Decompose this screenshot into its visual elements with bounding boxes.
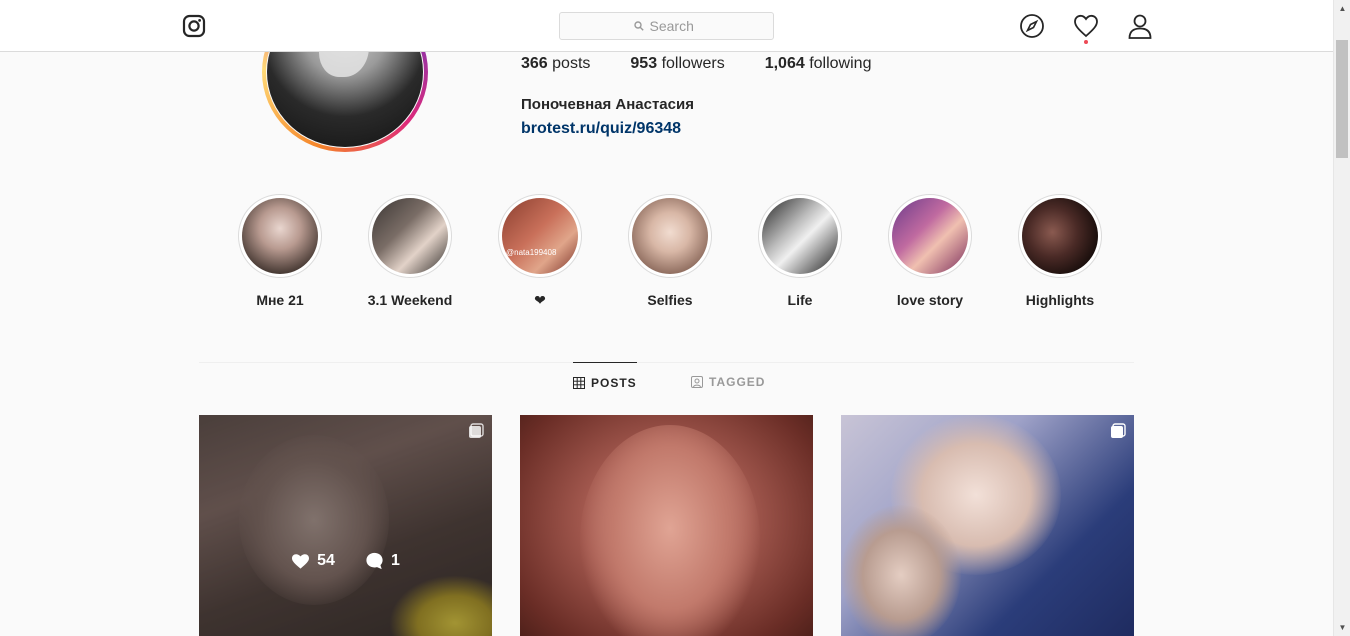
- highlight-item[interactable]: Selfies: [628, 194, 712, 308]
- highlight-cover: [372, 198, 448, 274]
- highlight-label: love story: [896, 292, 964, 308]
- highlight-label: Highlights: [1025, 292, 1095, 308]
- highlight-cover: [762, 198, 838, 274]
- comments-count: 1: [390, 552, 400, 569]
- comment-bubble-icon: [366, 552, 383, 570]
- followers-stat[interactable]: 953 followers: [630, 55, 724, 73]
- post-thumbnail[interactable]: [520, 415, 813, 636]
- post-thumbnail[interactable]: [841, 415, 1134, 636]
- highlight-item[interactable]: Highlights: [1018, 194, 1102, 308]
- highlight-label: Selfies: [647, 292, 693, 308]
- search-icon: [633, 21, 644, 31]
- tab-tagged[interactable]: TAGGED: [691, 362, 765, 402]
- profile-full-name: Поночевная Анастасия: [521, 96, 694, 113]
- highlight-item[interactable]: Мне 21: [238, 194, 322, 308]
- followers-label: followers: [661, 55, 725, 72]
- heart-filled-icon: [292, 553, 310, 569]
- highlight-cover: [1022, 198, 1098, 274]
- bio-link[interactable]: brotest.ru/quiz/96348: [521, 120, 681, 138]
- tab-posts-label: POSTS: [591, 376, 637, 390]
- highlight-label: 3.1 Weekend: [367, 292, 453, 308]
- instagram-logo-icon[interactable]: [182, 14, 206, 38]
- page-scrollbar[interactable]: ▲ ▼: [1333, 0, 1350, 636]
- grid-icon: [573, 377, 585, 389]
- highlight-cover: [892, 198, 968, 274]
- highlight-item[interactable]: 3.1 Weekend: [368, 194, 452, 308]
- following-count: 1,064: [764, 55, 805, 72]
- post-engagement: 54 1: [199, 552, 492, 570]
- tagged-person-icon: [691, 376, 703, 388]
- highlight-cover: [242, 198, 318, 274]
- scroll-down-arrow-icon[interactable]: ▼: [1334, 619, 1350, 636]
- highlight-cover: @nata199408: [502, 198, 578, 274]
- post-thumbnail[interactable]: 54 1: [199, 415, 492, 636]
- likes-stat: 54: [291, 552, 335, 570]
- posts-label: posts: [552, 55, 591, 72]
- search-box[interactable]: [559, 12, 774, 40]
- comments-stat: 1: [365, 552, 400, 570]
- highlight-item[interactable]: love story: [888, 194, 972, 308]
- post-hover-overlay: [199, 415, 492, 636]
- search-input[interactable]: [649, 18, 700, 34]
- tab-posts[interactable]: POSTS: [573, 362, 637, 402]
- profile-person-icon[interactable]: [1127, 13, 1153, 39]
- profile-stats: 366 posts 953 followers 1,064 following: [521, 55, 871, 73]
- scroll-up-arrow-icon[interactable]: ▲: [1334, 0, 1350, 17]
- scroll-thumb[interactable]: [1336, 40, 1348, 158]
- explore-compass-icon[interactable]: [1019, 13, 1045, 39]
- highlight-item[interactable]: @nata199408 ❤: [498, 194, 582, 309]
- highlight-cover: [632, 198, 708, 274]
- highlight-tag: @nata199408: [506, 248, 557, 257]
- posts-stat: 366 posts: [521, 55, 590, 73]
- multiple-photos-icon: [1111, 423, 1126, 438]
- highlight-label: Life: [787, 292, 813, 308]
- highlight-item[interactable]: Life: [758, 194, 842, 308]
- tab-tagged-label: TAGGED: [709, 375, 766, 389]
- instagram-profile-page: 366 posts 953 followers 1,064 following …: [0, 0, 1350, 636]
- activity-heart-icon[interactable]: [1073, 13, 1099, 39]
- highlight-label: ❤: [534, 292, 546, 308]
- highlight-label: Мне 21: [256, 292, 304, 308]
- multiple-photos-icon: [469, 423, 484, 438]
- tabs-divider: [199, 362, 1134, 363]
- likes-count: 54: [317, 552, 335, 569]
- posts-count: 366: [521, 55, 548, 72]
- notification-dot: [1084, 40, 1088, 44]
- following-stat[interactable]: 1,064 following: [765, 55, 872, 73]
- followers-count: 953: [630, 55, 658, 72]
- top-nav: [0, 0, 1333, 52]
- following-label: following: [809, 55, 872, 72]
